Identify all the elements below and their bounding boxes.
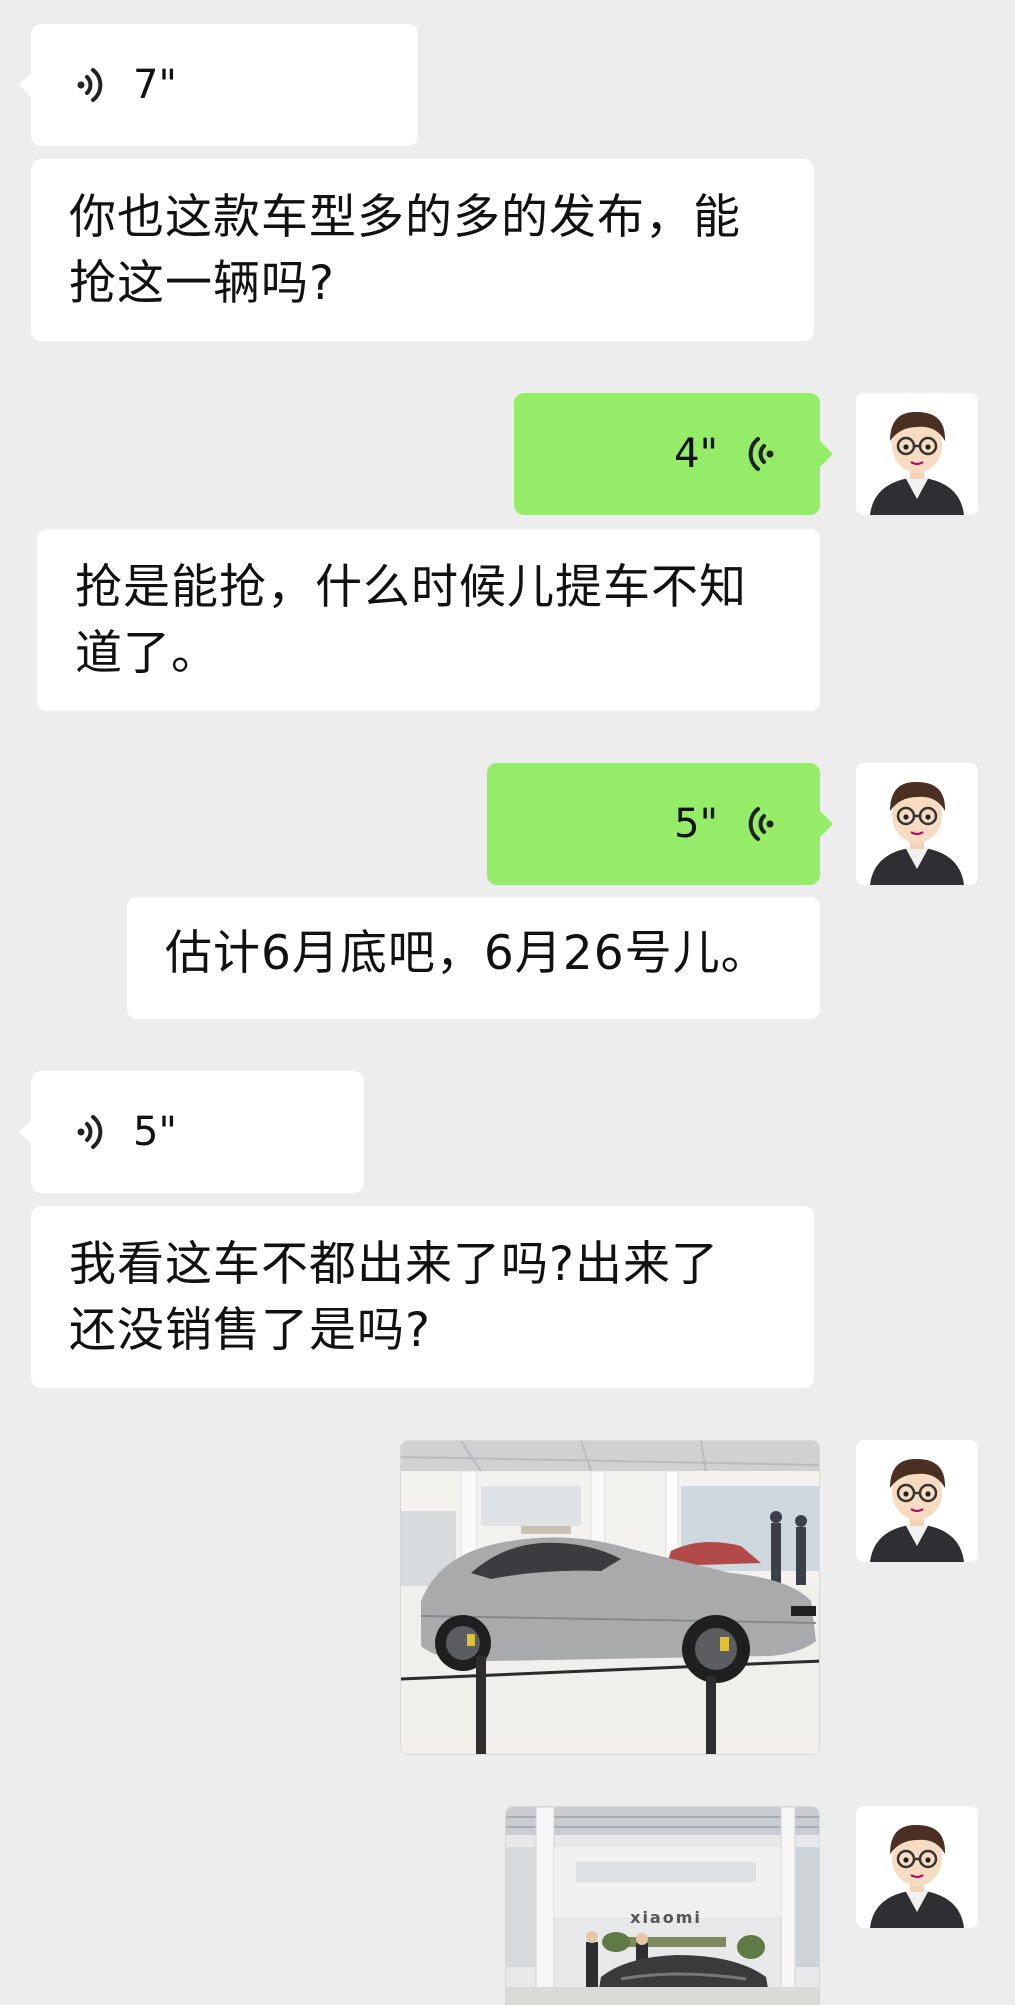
message-line: 估计6月底吧，6月26号儿。 bbox=[165, 926, 769, 981]
cartoon-man-avatar-icon bbox=[856, 763, 978, 885]
message-line: 我看这车不都出来了吗?出来了 bbox=[69, 1237, 719, 1292]
message-line: 还没销售了是吗? bbox=[69, 1303, 431, 1358]
car-showroom-photo[interactable] bbox=[400, 1440, 820, 1755]
voice-message-incoming[interactable]: 7" bbox=[19, 24, 418, 146]
car-photo-image bbox=[401, 1441, 819, 1754]
text-message-incoming[interactable]: 我看这车不都出来了吗?出来了 还没销售了是吗? bbox=[31, 1206, 814, 1388]
store-photo-image: xiaomi bbox=[506, 1807, 819, 2005]
avatar[interactable] bbox=[856, 1806, 978, 1928]
xiaomi-store-photo[interactable]: xiaomi bbox=[505, 1806, 820, 2005]
message-line: 你也这款车型多的多的发布，能 bbox=[69, 190, 741, 245]
message-line: 抢这一辆吗? bbox=[69, 256, 335, 311]
voice-wave-icon bbox=[748, 437, 774, 471]
avatar[interactable] bbox=[856, 763, 978, 885]
voice-wave-icon bbox=[748, 807, 774, 841]
avatar[interactable] bbox=[856, 393, 978, 515]
cartoon-man-avatar-icon bbox=[856, 1806, 978, 1928]
text-message-incoming[interactable]: 你也这款车型多的多的发布，能 抢这一辆吗? bbox=[31, 159, 814, 341]
voice-wave-icon bbox=[77, 1115, 103, 1149]
avatar[interactable] bbox=[856, 1440, 978, 1562]
voice-duration: 4" bbox=[674, 431, 718, 477]
text-message[interactable]: 估计6月底吧，6月26号儿。 bbox=[127, 897, 820, 1019]
message-line: 道了。 bbox=[75, 626, 219, 681]
cartoon-man-avatar-icon bbox=[856, 393, 978, 515]
voice-duration: 5" bbox=[674, 801, 718, 847]
voice-message-outgoing[interactable]: 4" bbox=[514, 393, 833, 515]
message-line: 抢是能抢，什么时候儿提车不知 bbox=[75, 560, 747, 615]
voice-message-incoming[interactable]: 5" bbox=[19, 1071, 364, 1193]
voice-duration: 5" bbox=[133, 1109, 177, 1155]
cartoon-man-avatar-icon bbox=[856, 1440, 978, 1562]
voice-message-outgoing[interactable]: 5" bbox=[487, 763, 833, 885]
store-sign-text: xiaomi bbox=[630, 1908, 702, 1927]
text-message[interactable]: 抢是能抢，什么时候儿提车不知 道了。 bbox=[37, 529, 820, 711]
voice-wave-icon bbox=[77, 68, 103, 102]
voice-duration: 7" bbox=[133, 62, 177, 108]
